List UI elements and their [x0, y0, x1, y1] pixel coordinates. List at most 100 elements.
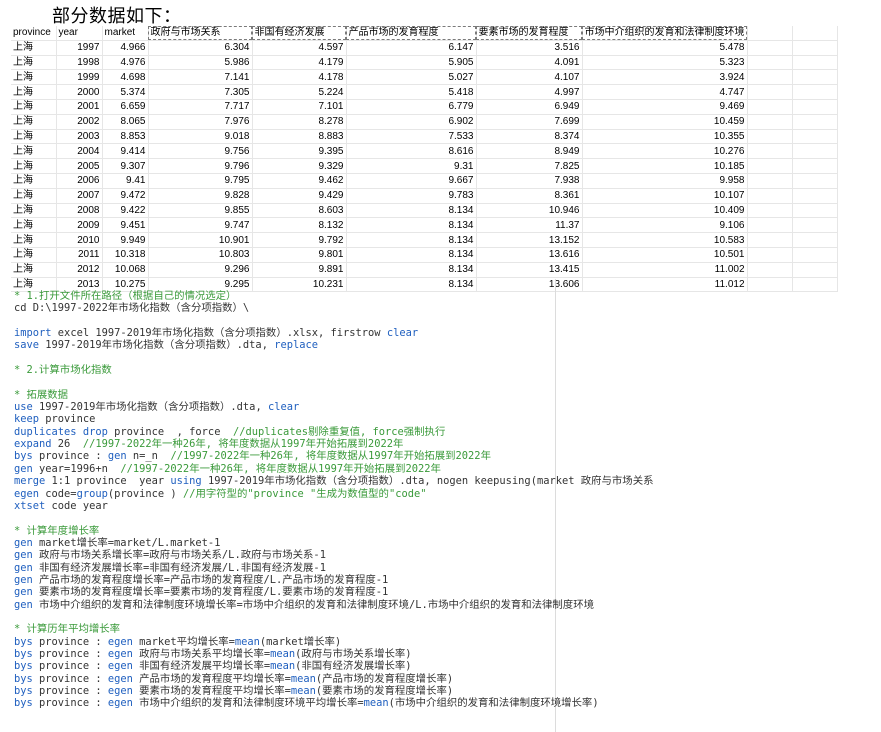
- table-cell[interactable]: 9.855: [148, 203, 253, 219]
- empty-cell[interactable]: [747, 55, 793, 71]
- table-cell[interactable]: 4.178: [252, 69, 347, 86]
- table-cell[interactable]: 2001: [56, 99, 103, 115]
- empty-cell[interactable]: [747, 99, 793, 115]
- empty-cell[interactable]: [747, 40, 793, 56]
- table-cell[interactable]: 上海: [11, 69, 57, 86]
- table-cell[interactable]: 10.459: [582, 114, 748, 130]
- empty-cell[interactable]: [747, 26, 793, 41]
- empty-cell[interactable]: [747, 277, 793, 293]
- table-cell[interactable]: 10.803: [148, 247, 253, 263]
- table-cell[interactable]: 8.949: [476, 143, 583, 160]
- table-cell[interactable]: 10.107: [582, 188, 748, 204]
- table-cell[interactable]: 10.276: [582, 143, 748, 160]
- table-cell[interactable]: 5.905: [346, 55, 477, 71]
- table-cell[interactable]: 9.796: [148, 158, 253, 174]
- table-cell[interactable]: 上海: [11, 173, 57, 189]
- table-cell[interactable]: 2006: [56, 173, 103, 189]
- table-cell[interactable]: 13.616: [476, 247, 583, 263]
- table-cell[interactable]: 4.966: [102, 40, 149, 56]
- table-cell[interactable]: 10.583: [582, 232, 748, 248]
- table-cell[interactable]: 上海: [11, 129, 57, 145]
- table-cell[interactable]: 8.853: [102, 129, 149, 145]
- column-header[interactable]: 要素市场的发育程度: [476, 26, 583, 41]
- table-cell[interactable]: 8.616: [346, 143, 477, 160]
- empty-cell[interactable]: [747, 158, 793, 174]
- empty-cell[interactable]: [792, 84, 838, 100]
- table-cell[interactable]: 10.185: [582, 158, 748, 174]
- table-cell[interactable]: 2012: [56, 262, 103, 278]
- table-cell[interactable]: 9.429: [252, 188, 347, 204]
- table-cell[interactable]: 9.801: [252, 247, 347, 263]
- empty-cell[interactable]: [747, 84, 793, 100]
- column-header[interactable]: 市场中介组织的发育和法律制度环境: [582, 26, 748, 41]
- table-cell[interactable]: 7.141: [148, 69, 253, 86]
- table-cell[interactable]: 5.027: [346, 69, 477, 86]
- table-cell[interactable]: 上海: [11, 203, 57, 219]
- table-cell[interactable]: 2010: [56, 232, 103, 248]
- table-cell[interactable]: 13.415: [476, 262, 583, 278]
- table-cell[interactable]: 9.795: [148, 173, 253, 189]
- table-cell[interactable]: 7.717: [148, 99, 253, 115]
- column-header[interactable]: 非国有经济发展: [252, 26, 347, 41]
- column-header[interactable]: market: [102, 26, 149, 41]
- table-cell[interactable]: 4.976: [102, 55, 149, 71]
- empty-cell[interactable]: [792, 232, 838, 248]
- table-cell[interactable]: 4.698: [102, 69, 149, 86]
- table-cell[interactable]: 8.065: [102, 114, 149, 130]
- table-cell[interactable]: 9.667: [346, 173, 477, 189]
- table-cell[interactable]: 4.179: [252, 55, 347, 71]
- table-cell[interactable]: 7.699: [476, 114, 583, 130]
- table-cell[interactable]: 上海: [11, 84, 57, 100]
- table-cell[interactable]: 10.409: [582, 203, 748, 219]
- table-cell[interactable]: 11.002: [582, 262, 748, 278]
- table-cell[interactable]: 上海: [11, 158, 57, 174]
- table-cell[interactable]: 7.305: [148, 84, 253, 100]
- table-cell[interactable]: 上海: [11, 217, 57, 234]
- table-cell[interactable]: 5.986: [148, 55, 253, 71]
- empty-cell[interactable]: [747, 114, 793, 130]
- table-cell[interactable]: 9.41: [102, 173, 149, 189]
- table-cell[interactable]: 5.374: [102, 84, 149, 100]
- table-cell[interactable]: 上海: [11, 55, 57, 71]
- table-cell[interactable]: 8.374: [476, 129, 583, 145]
- empty-cell[interactable]: [792, 143, 838, 160]
- empty-cell[interactable]: [792, 277, 838, 293]
- table-cell[interactable]: 9.756: [148, 143, 253, 160]
- column-header[interactable]: year: [56, 26, 103, 41]
- table-cell[interactable]: 10.501: [582, 247, 748, 263]
- table-cell[interactable]: 上海: [11, 143, 57, 160]
- empty-cell[interactable]: [747, 129, 793, 145]
- table-cell[interactable]: 8.134: [346, 203, 477, 219]
- table-cell[interactable]: 9.31: [346, 158, 477, 174]
- empty-cell[interactable]: [747, 173, 793, 189]
- table-cell[interactable]: 上海: [11, 40, 57, 56]
- table-cell[interactable]: 9.414: [102, 143, 149, 160]
- table-cell[interactable]: 7.825: [476, 158, 583, 174]
- table-cell[interactable]: 9.106: [582, 217, 748, 234]
- empty-cell[interactable]: [747, 262, 793, 278]
- table-cell[interactable]: 2007: [56, 188, 103, 204]
- table-cell[interactable]: 8.278: [252, 114, 347, 130]
- table-cell[interactable]: 4.107: [476, 69, 583, 86]
- table-cell[interactable]: 10.355: [582, 129, 748, 145]
- empty-cell[interactable]: [792, 26, 838, 41]
- table-cell[interactable]: 5.323: [582, 55, 748, 71]
- empty-cell[interactable]: [792, 55, 838, 71]
- empty-cell[interactable]: [747, 203, 793, 219]
- table-cell[interactable]: 3.924: [582, 69, 748, 86]
- table-cell[interactable]: 2011: [56, 247, 103, 263]
- table-cell[interactable]: 2000: [56, 84, 103, 100]
- table-cell[interactable]: 9.891: [252, 262, 347, 278]
- empty-cell[interactable]: [747, 69, 793, 86]
- column-header[interactable]: 政府与市场关系: [148, 26, 253, 41]
- table-cell[interactable]: 7.533: [346, 129, 477, 145]
- table-cell[interactable]: 上海: [11, 262, 57, 278]
- table-cell[interactable]: 8.132: [252, 217, 347, 234]
- table-cell[interactable]: 2005: [56, 158, 103, 174]
- table-cell[interactable]: 2002: [56, 114, 103, 130]
- table-cell[interactable]: 上海: [11, 114, 57, 130]
- table-cell[interactable]: 10.318: [102, 247, 149, 263]
- table-cell[interactable]: 9.329: [252, 158, 347, 174]
- table-cell[interactable]: 9.792: [252, 232, 347, 248]
- table-cell[interactable]: 6.902: [346, 114, 477, 130]
